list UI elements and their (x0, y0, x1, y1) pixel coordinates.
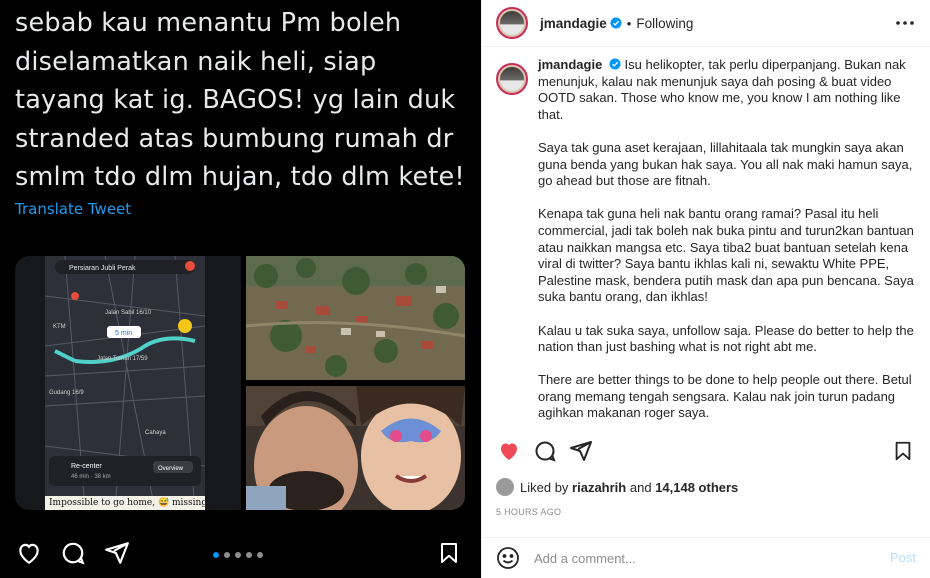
selfie-graphic (246, 386, 465, 510)
likes-summary: Liked by riazahrih and 14,148 others (496, 478, 738, 496)
aerial-graphic (246, 256, 465, 380)
map-graphic: Persiaran Jubli Perak Jalan Sabil 16/10 … (45, 256, 205, 510)
emoji-icon[interactable] (496, 546, 520, 570)
header-separator: • (626, 15, 632, 31)
save-icon[interactable] (434, 538, 464, 568)
like-icon[interactable] (14, 538, 44, 568)
post-media[interactable]: sebab kau menantu Pm boleh diselamatkan … (0, 0, 481, 578)
map-screenshot: Persiaran Jubli Perak Jalan Sabil 16/10 … (15, 256, 241, 510)
map-label-road2: Jalan Toman 17/59 (97, 356, 148, 362)
map-overview: Overview (158, 466, 184, 472)
post-comment-button[interactable]: Post (890, 550, 916, 565)
liked-by-prefix: Liked by (520, 479, 569, 495)
post-details-panel: jmandagie • Following jmandagie Isu heli… (481, 0, 930, 578)
comment-icon[interactable] (530, 436, 560, 466)
caption-body: jmandagie Isu helikopter, tak perlu dipe… (538, 57, 920, 422)
author-username[interactable]: jmandagie (540, 16, 607, 31)
liked-by-and: and (629, 479, 652, 495)
share-icon[interactable] (566, 436, 596, 466)
post-timestamp[interactable]: 5 HOURS AGO (496, 507, 561, 517)
translate-tweet-link: Translate Tweet (15, 200, 132, 218)
tweet-line: sebab kau menantu Pm boleh (15, 8, 402, 38)
liked-heart-icon[interactable] (494, 436, 524, 466)
map-label-road1: Jalan Sabil 16/10 (105, 310, 152, 316)
aerial-photo (246, 256, 465, 380)
map-label-ktm: KTM (53, 324, 66, 330)
caption-username[interactable]: jmandagie (538, 57, 602, 72)
comment-icon[interactable] (58, 538, 88, 568)
caption-paragraph: Saya tak guna aset kerajaan, lillahitaal… (538, 139, 913, 189)
carousel-dot[interactable] (235, 552, 241, 558)
carousel-dot[interactable] (246, 552, 252, 558)
carousel-dot[interactable] (224, 552, 230, 558)
likes-count[interactable]: 14,148 others (655, 480, 738, 495)
tweet-line: stranded atas bumbung rumah dr (15, 123, 454, 154)
more-options-icon[interactable] (894, 12, 916, 34)
save-icon[interactable] (888, 436, 918, 466)
map-label-area: Cahaya (145, 430, 166, 436)
caption-avatar[interactable] (496, 63, 528, 95)
tweet-line: diselamatkan naik heli, siap (15, 46, 377, 77)
caption-paragraph: jmandagie Isu helikopter, tak perlu dipe… (538, 57, 920, 123)
selfie-photo (246, 386, 465, 510)
tweet-line: smlm tdo dlm hujan, tdo dlm kete! (15, 162, 465, 192)
map-screen: Persiaran Jubli Perak Jalan Sabil 16/10 … (45, 256, 205, 510)
map-route: 46 min · 38 km (71, 474, 111, 480)
add-comment-bar: Post (482, 537, 930, 578)
tweet-text: sebab kau menantu Pm boleh diselamatkan … (15, 4, 475, 197)
author-avatar[interactable] (496, 7, 528, 39)
map-label-road3: Gudang 16/9 (49, 390, 84, 396)
carousel-dots (213, 552, 263, 558)
caption-paragraph: Kenapa tak guna heli nak bantu orang ram… (538, 206, 914, 305)
liker-avatar[interactable] (496, 478, 514, 496)
post-actions (482, 436, 930, 468)
verified-badge-icon (610, 17, 622, 29)
tweet-photo-grid: Persiaran Jubli Perak Jalan Sabil 16/10 … (15, 256, 465, 510)
post-header: jmandagie • Following (482, 0, 930, 47)
tweet-line: tayang kat ig. BAGOS! yg lain duk (15, 85, 456, 115)
map-recenter: Re-center (71, 463, 102, 470)
caption-paragraph: Kalau u tak suka saya, unfollow saja. Pl… (538, 322, 914, 355)
comment-input[interactable] (534, 550, 864, 566)
share-icon[interactable] (102, 538, 132, 568)
liked-by-user[interactable]: riazahrih (572, 480, 626, 495)
map-eta: 5 min (115, 330, 132, 337)
caption-paragraph: There are better things to be done to he… (538, 372, 912, 421)
map-label-top: Persiaran Jubli Perak (69, 265, 136, 272)
photo-caption: Impossible to go home, 😅 missing (45, 496, 205, 510)
carousel-dot[interactable] (257, 552, 263, 558)
following-button[interactable]: Following (636, 16, 693, 31)
verified-badge-icon (609, 58, 621, 70)
caption: jmandagie Isu helikopter, tak perlu dipe… (496, 57, 920, 422)
comments-section[interactable]: jmandagie Isu helikopter, tak perlu dipe… (482, 57, 930, 429)
carousel-dot[interactable] (213, 552, 219, 558)
